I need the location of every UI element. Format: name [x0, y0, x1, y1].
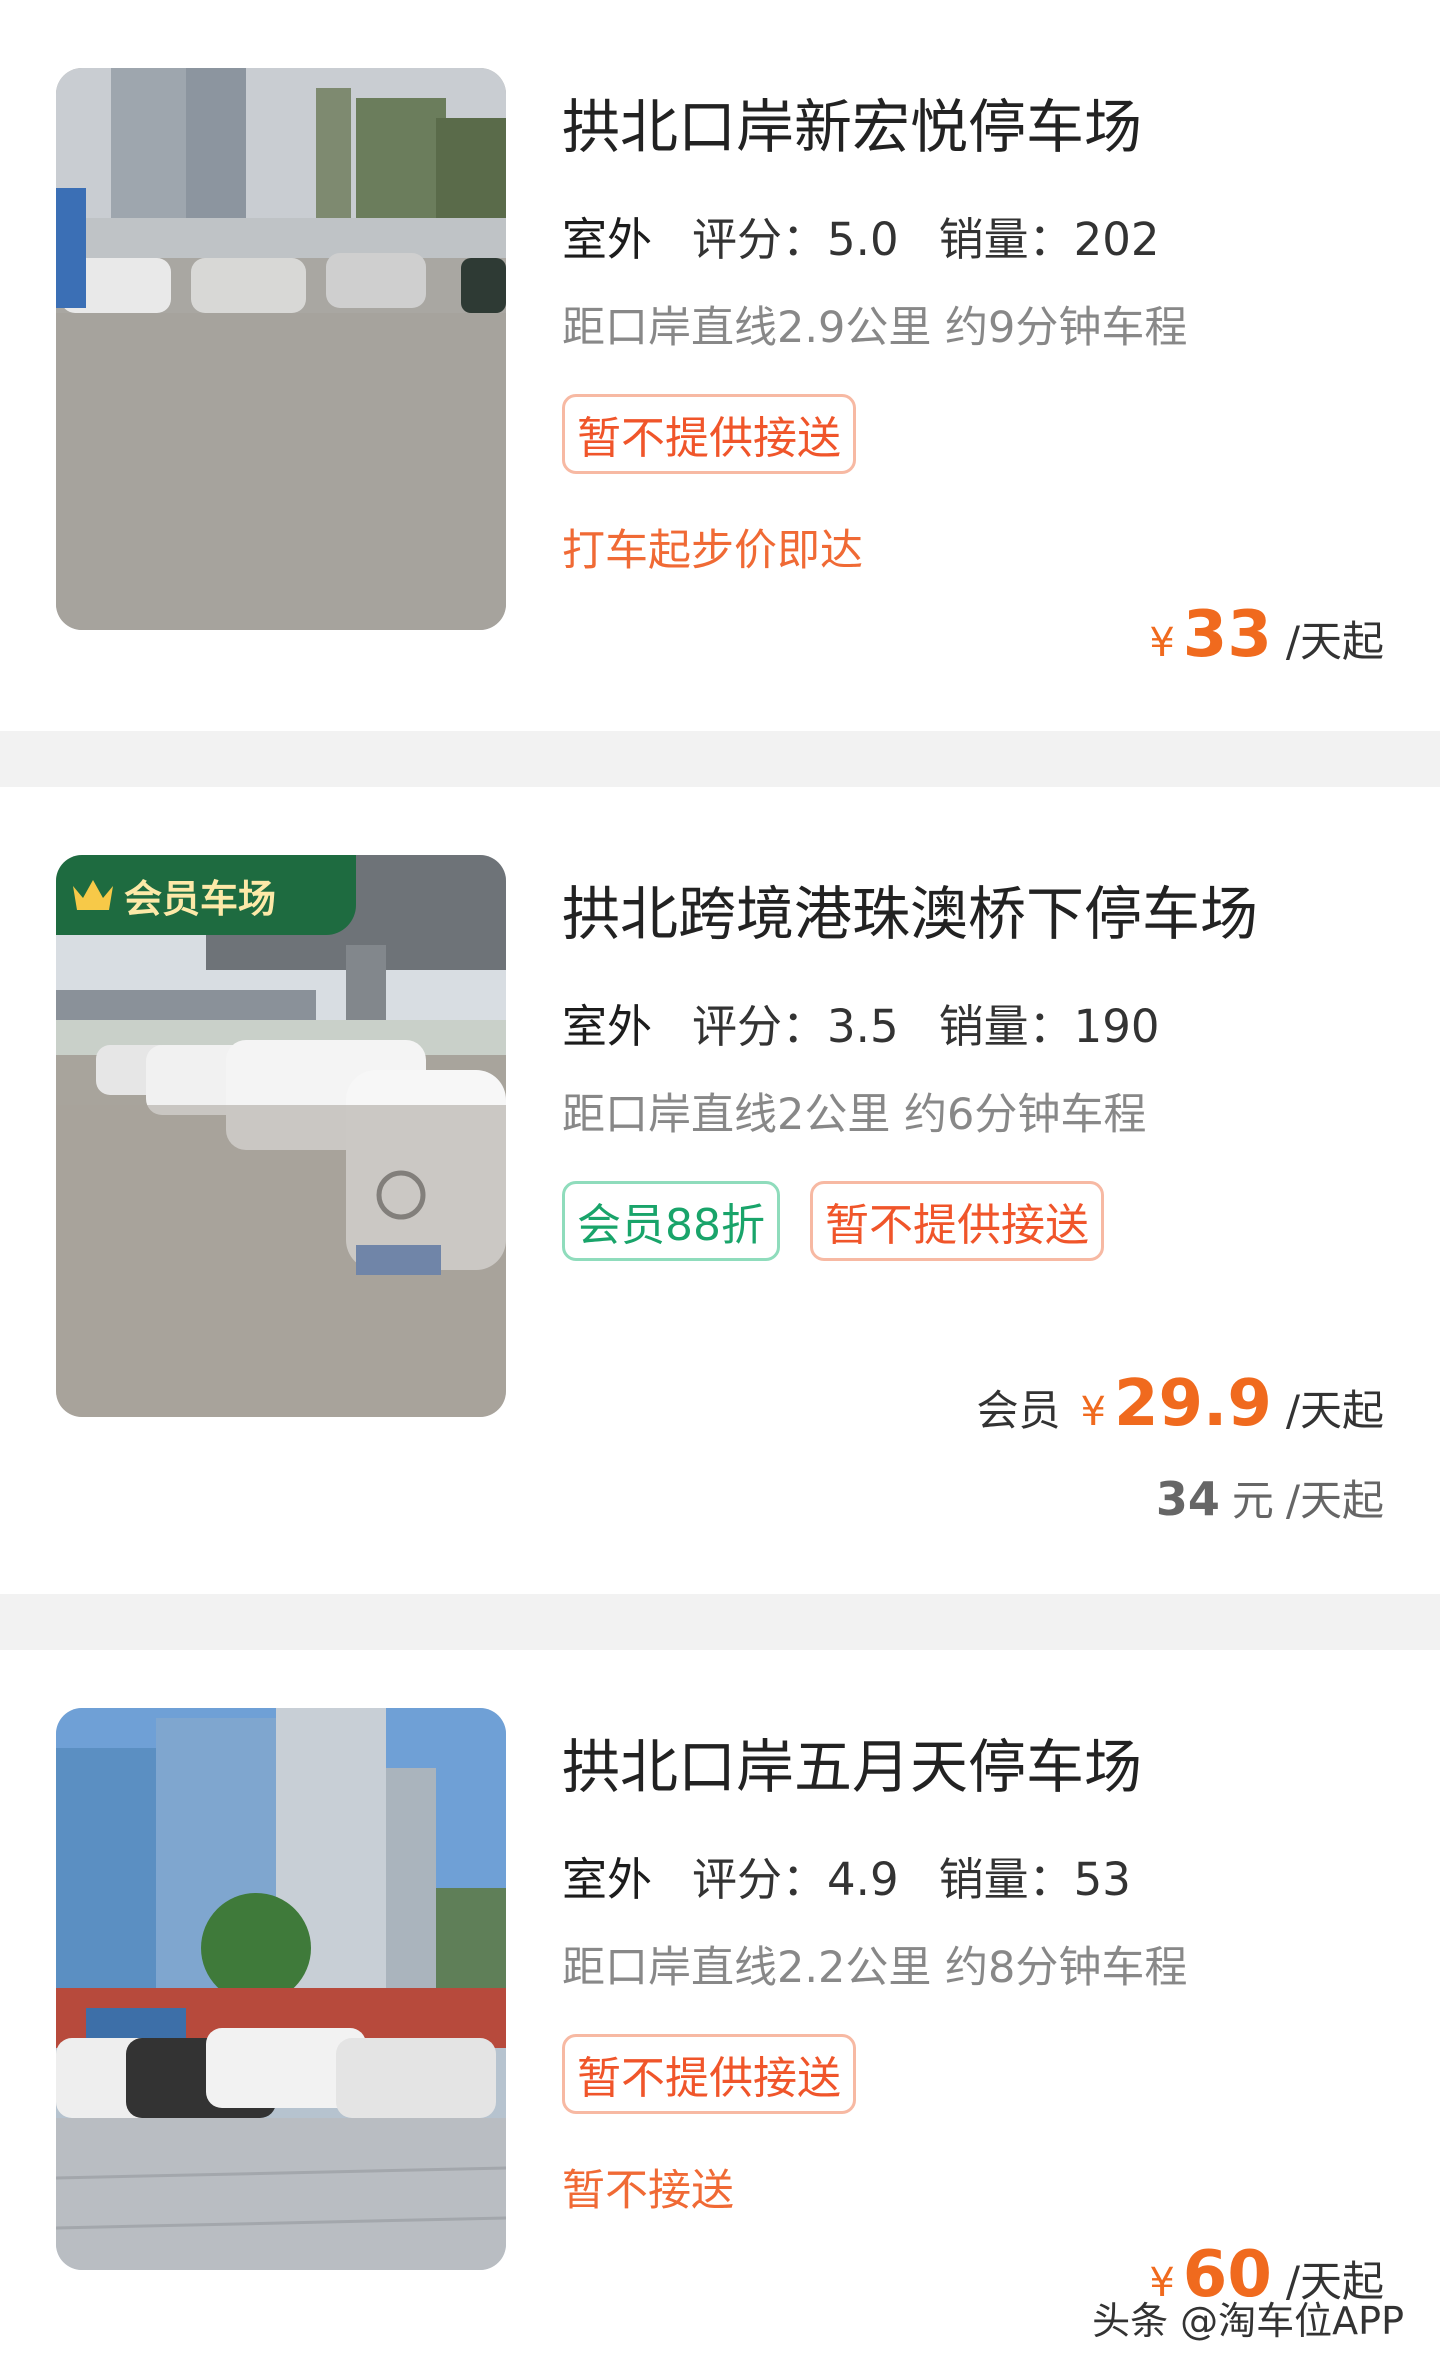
rating-text: 评分：3.5	[692, 1000, 899, 1053]
parking-photo-image	[56, 1708, 506, 2270]
price: ¥ 33 /天起	[1149, 598, 1384, 672]
promo-note: 暂不接送	[562, 2166, 734, 2216]
lot-type-label: 室外	[562, 203, 657, 272]
distance-text: 距口岸直线2公里 约6分钟车程	[562, 1090, 1147, 1140]
tag-list: 会员88折 暂不提供接送	[562, 1181, 1104, 1261]
tag-list: 暂不提供接送	[562, 2034, 856, 2114]
member-lot-badge-label: 会员车场	[124, 876, 277, 921]
parking-lot-photo[interactable]: 会员车场	[56, 855, 506, 1417]
rating-text: 评分：5.0	[692, 213, 899, 266]
original-price-yuan: 元	[1231, 1476, 1274, 1525]
lot-type-label: 室外	[562, 990, 657, 1059]
parking-lot-photo[interactable]	[56, 68, 506, 630]
crown-icon	[73, 880, 113, 910]
original-price: 34 元 /天起	[1156, 1467, 1384, 1528]
sales-text: 销量：53	[938, 1853, 1131, 1906]
no-shuttle-tag: 暂不提供接送	[810, 1181, 1104, 1261]
price-unit: /天起	[1285, 617, 1384, 666]
member-price: 会员 ¥ 29.9 /天起	[976, 1367, 1384, 1441]
distance-text: 距口岸直线2.9公里 约9分钟车程	[562, 303, 1188, 353]
rating-text: 评分：4.9	[692, 1853, 899, 1906]
no-shuttle-tag: 暂不提供接送	[562, 2034, 856, 2114]
source-watermark: 头条 @淘车位APP	[1092, 2299, 1404, 2343]
parking-lot-title[interactable]: 拱北口岸新宏悦停车场	[562, 80, 1142, 164]
sales-text: 销量：190	[938, 1000, 1160, 1053]
original-price-value: 34	[1155, 1472, 1220, 1526]
sales-text: 销量：202	[938, 213, 1160, 266]
promo-note: 打车起步价即达	[562, 526, 863, 576]
distance-text: 距口岸直线2.2公里 约8分钟车程	[562, 1943, 1188, 1993]
parking-lot-meta: 室外 评分：3.5 销量：190	[562, 990, 1160, 1059]
original-price-unit: /天起	[1285, 1476, 1384, 1525]
member-price-label: 会员	[976, 1386, 1061, 1435]
parking-lot-title[interactable]: 拱北跨境港珠澳桥下停车场	[562, 867, 1258, 951]
parking-lot-card[interactable]: 拱北口岸新宏悦停车场 室外 评分：5.0 销量：202 距口岸直线2.9公里 约…	[0, 0, 1440, 731]
member-discount-tag: 会员88折	[562, 1181, 780, 1261]
card-divider	[0, 731, 1440, 787]
no-shuttle-tag: 暂不提供接送	[562, 394, 856, 474]
tag-list: 暂不提供接送	[562, 394, 856, 474]
price-value: 33	[1182, 598, 1272, 672]
currency-symbol: ¥	[1080, 1389, 1106, 1435]
price-unit: /天起	[1285, 1386, 1384, 1435]
member-lot-badge: 会员车场	[56, 855, 356, 935]
card-divider	[0, 1594, 1440, 1650]
parking-lot-card[interactable]: 会员车场 拱北跨境港珠澳桥下停车场 室外 评分：3.5 销量：190 距口岸直线…	[0, 787, 1440, 1526]
lot-type-label: 室外	[562, 1843, 657, 1912]
parking-lot-card[interactable]: 拱北口岸五月天停车场 室外 评分：4.9 销量：53 距口岸直线2.2公里 约8…	[0, 1650, 1440, 2369]
parking-photo-image	[56, 68, 506, 630]
parking-lot-meta: 室外 评分：5.0 销量：202	[562, 203, 1160, 272]
currency-symbol: ¥	[1149, 620, 1175, 666]
parking-lot-meta: 室外 评分：4.9 销量：53	[562, 1843, 1131, 1912]
price-value: 29.9	[1113, 1367, 1272, 1441]
parking-photo-image	[56, 855, 506, 1417]
parking-lot-title[interactable]: 拱北口岸五月天停车场	[562, 1720, 1142, 1804]
parking-lot-photo[interactable]	[56, 1708, 506, 2270]
